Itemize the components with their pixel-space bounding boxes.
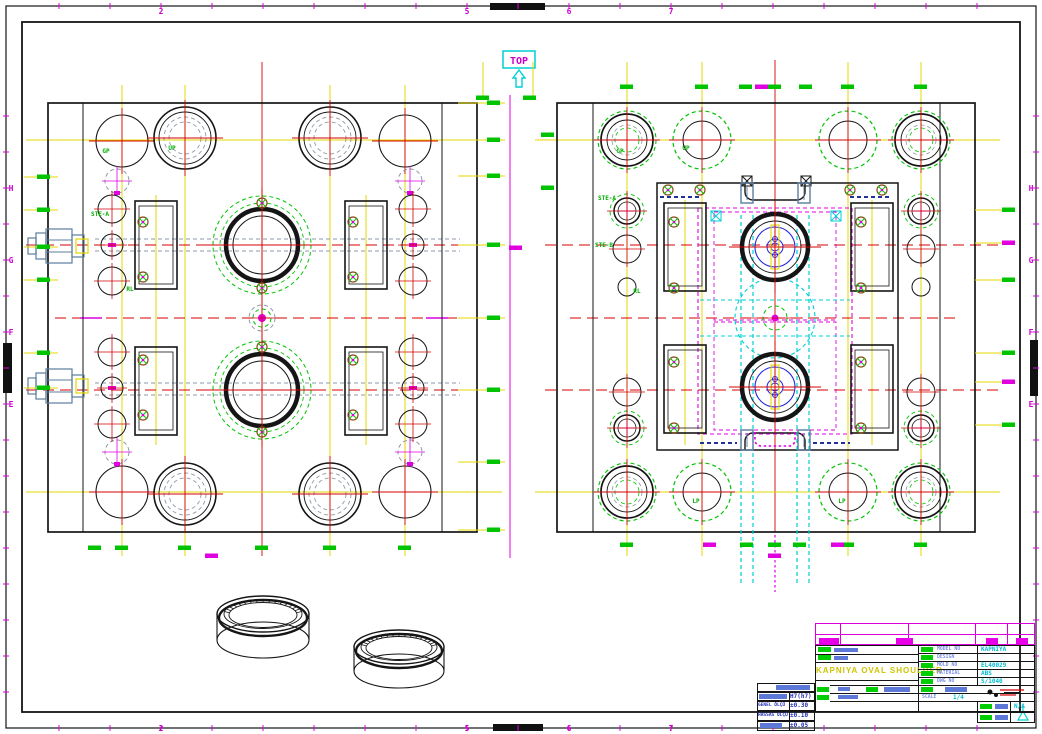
feature-label-ste-a: STE-A [91,211,109,218]
up-arrow-icon [513,70,525,87]
grid-ticks [3,3,1039,731]
iso-ring-part [354,630,444,688]
title-block-symbols [988,690,1029,721]
feature-label-ste-b: STE-B [595,242,613,249]
feature-label-lp: LP [838,498,846,505]
top-view-marker: TOP [503,51,535,87]
grid-row-label: G [9,256,14,265]
feature-label-gp: GP [616,148,624,155]
top-marker-label: TOP [510,56,528,67]
feature-label-gp: GP [102,148,110,155]
sheet-frame: 2 5 6 7 2 5 6 7 H G F E H G F E [3,3,1039,733]
grid-col-label: 2 [159,7,164,16]
grid-col-label: 7 [669,7,674,16]
right-plate-view: GP UP STE-A STE-B RL LP LP [535,60,1000,592]
left-center-locator [242,298,282,338]
molded-part-isometric-views [217,596,444,688]
grid-col-label: 6 [567,724,572,733]
grid-col-label: 7 [669,724,674,733]
grid-row-label: H [9,184,14,193]
feature-label-ste-a: STE-A [598,195,616,202]
grid-row-label: F [1029,328,1034,337]
grid-row-label: F [9,328,14,337]
grid-col-label: 5 [465,724,470,733]
feature-label-rl: RL [633,288,641,295]
feature-label-lp: LP [692,498,700,505]
grid-col-label: 2 [159,724,164,733]
grid-col-label: 6 [567,7,572,16]
grid-col-label: 5 [465,7,470,16]
grid-row-label: E [9,400,14,409]
feature-label-up: UP [168,145,176,152]
drawing-sheet: 2 5 6 7 2 5 6 7 H G F E H G F E TOP [0,0,1042,734]
feature-label-rl: RL [126,286,134,293]
feature-label-up: UP [682,145,690,152]
left-plate-view: GP UP STE-A RL [26,62,505,556]
cad-canvas: 2 5 6 7 2 5 6 7 H G F E H G F E TOP [0,0,1042,734]
grid-row-label: G [1029,256,1034,265]
iso-ring-part [217,596,309,658]
grid-row-label: H [1029,184,1034,193]
grid-row-label: E [1029,400,1034,409]
